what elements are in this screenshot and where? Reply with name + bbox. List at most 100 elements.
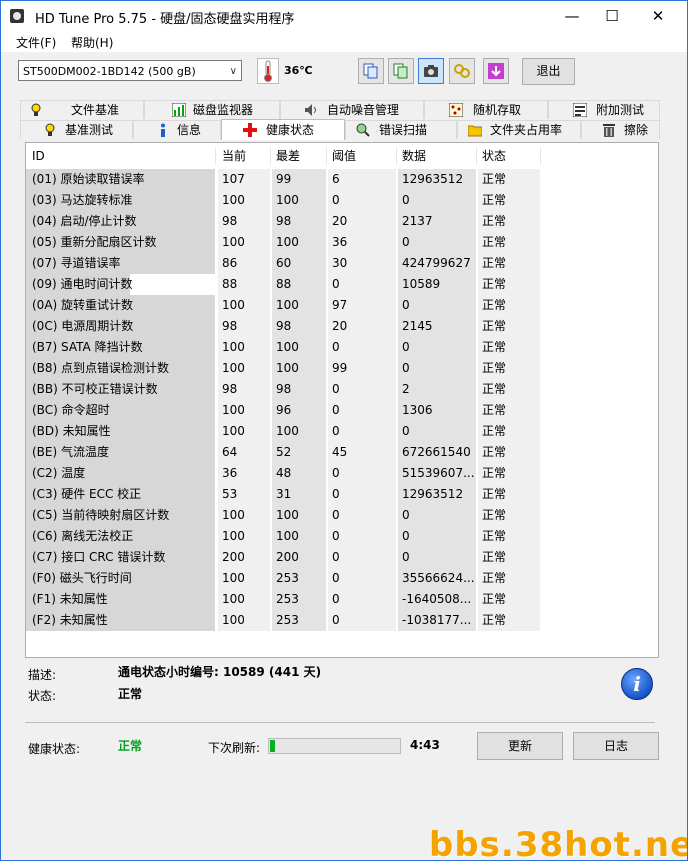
red-cross-icon — [243, 123, 257, 137]
worst-value: 253 — [272, 610, 326, 631]
threshold-value: 0 — [328, 421, 396, 442]
attribute-name: (F0) 磁头飞行时间 — [26, 568, 215, 589]
table-row[interactable]: (04) 启动/停止计数 98 98 20 2137 正常 — [26, 211, 658, 232]
refresh-button[interactable]: 更新 — [477, 732, 563, 760]
attribute-name: (C5) 当前待映射扇区计数 — [26, 505, 215, 526]
column-header-data[interactable]: 数据 — [402, 143, 426, 169]
exit-button[interactable]: 退出 — [522, 58, 575, 85]
tab-disk-monitor[interactable]: 磁盘监视器 — [144, 100, 280, 119]
camera-icon — [424, 65, 438, 77]
table-row[interactable]: (05) 重新分配扇区计数 100 100 36 0 正常 — [26, 232, 658, 253]
table-row[interactable]: (BC) 命令超时 100 96 0 1306 正常 — [26, 400, 658, 421]
checklist-icon — [573, 103, 587, 117]
worst-value: 98 — [272, 211, 326, 232]
copy-screenshot-button[interactable] — [388, 58, 414, 84]
attribute-status: 正常 — [478, 295, 540, 316]
copy-info-button[interactable] — [358, 58, 384, 84]
tab-error-scan[interactable]: 错误扫描 — [345, 120, 457, 139]
table-row[interactable]: (0C) 电源周期计数 98 98 20 2145 正常 — [26, 316, 658, 337]
maximize-button[interactable]: ☐ — [589, 1, 635, 31]
log-button[interactable]: 日志 — [573, 732, 659, 760]
copy-green-icon — [393, 63, 408, 79]
current-value: 100 — [218, 421, 270, 442]
worst-value: 100 — [272, 526, 326, 547]
tab-acoustic-management[interactable]: 自动噪音管理 — [280, 100, 424, 119]
header-divider — [215, 147, 216, 165]
table-row[interactable]: (07) 寻道错误率 86 60 30 424799627 正常 — [26, 253, 658, 274]
attribute-status: 正常 — [478, 190, 540, 211]
table-row[interactable]: (09) 通电时间计数 88 88 0 10589 正常 — [26, 274, 658, 295]
attribute-status: 正常 — [478, 568, 540, 589]
current-value: 100 — [218, 400, 270, 421]
info-icon[interactable]: i — [621, 668, 653, 700]
column-header-worst[interactable]: 最差 — [276, 143, 300, 169]
drive-select[interactable]: ST500DM002-1BD142 (500 gB) ∨ — [18, 60, 242, 81]
table-row[interactable]: (C7) 接口 CRC 错误计数 200 200 0 0 正常 — [26, 547, 658, 568]
tab-random-access[interactable]: 随机存取 — [424, 100, 548, 119]
worst-value: 48 — [272, 463, 326, 484]
raw-data: 12963512 — [398, 169, 476, 190]
tab-erase[interactable]: 擦除 — [581, 120, 660, 139]
watermark: bbs.38hot.net — [429, 825, 688, 861]
column-header-current[interactable]: 当前 — [222, 143, 246, 169]
attribute-status: 正常 — [478, 253, 540, 274]
raw-data: 35566624... — [398, 568, 476, 589]
attribute-name: (03) 马达旋转标准 — [26, 190, 215, 211]
current-value: 100 — [218, 610, 270, 631]
worst-value: 99 — [272, 169, 326, 190]
app-disk-icon — [10, 9, 24, 23]
table-row[interactable]: (C6) 离线无法校正 100 100 0 0 正常 — [26, 526, 658, 547]
current-value: 86 — [218, 253, 270, 274]
attribute-status: 正常 — [478, 589, 540, 610]
speaker-icon — [305, 104, 316, 116]
attribute-status: 正常 — [478, 610, 540, 631]
table-row[interactable]: (BD) 未知属性 100 100 0 0 正常 — [26, 421, 658, 442]
tab-extra-tests[interactable]: 附加测试 — [548, 100, 660, 119]
table-row[interactable]: (F1) 未知属性 100 253 0 -1640508... 正常 — [26, 589, 658, 610]
copy-icon — [363, 63, 378, 79]
table-row[interactable]: (0A) 旋转重试计数 100 100 97 0 正常 — [26, 295, 658, 316]
camera-button[interactable] — [418, 58, 444, 84]
options-button[interactable] — [449, 58, 475, 84]
tab-folder-usage[interactable]: 文件夹占用率 — [457, 120, 581, 139]
table-row[interactable]: (03) 马达旋转标准 100 100 0 0 正常 — [26, 190, 658, 211]
table-row[interactable]: (B7) SATA 降挡计数 100 100 0 0 正常 — [26, 337, 658, 358]
tab-health[interactable]: 健康状态 — [221, 119, 345, 140]
table-row[interactable]: (01) 原始读取错误率 107 99 6 12963512 正常 — [26, 169, 658, 190]
save-button[interactable] — [483, 58, 509, 84]
next-refresh-label: 下次刷新: — [208, 741, 261, 755]
header-divider — [326, 147, 327, 165]
column-header-threshold[interactable]: 阈值 — [332, 143, 356, 169]
table-row[interactable]: (BB) 不可校正错误计数 98 98 0 2 正常 — [26, 379, 658, 400]
threshold-value: 0 — [328, 463, 396, 484]
column-header-id[interactable]: ID — [32, 143, 45, 169]
table-row[interactable]: (B8) 点到点错误检测计数 100 100 99 0 正常 — [26, 358, 658, 379]
raw-data: 0 — [398, 421, 476, 442]
raw-data: 1306 — [398, 400, 476, 421]
bar-chart-icon — [172, 103, 186, 117]
threshold-value: 20 — [328, 316, 396, 337]
table-row[interactable]: (C2) 温度 36 48 0 51539607... 正常 — [26, 463, 658, 484]
table-row[interactable]: (BE) 气流温度 64 52 45 672661540 正常 — [26, 442, 658, 463]
column-header-status[interactable]: 状态 — [482, 143, 506, 169]
attribute-name: (07) 寻道错误率 — [26, 253, 215, 274]
table-row[interactable]: (F0) 磁头飞行时间 100 253 0 35566624... 正常 — [26, 568, 658, 589]
attribute-name: (C6) 离线无法校正 — [26, 526, 215, 547]
tab-file-benchmark[interactable]: 文件基准 — [20, 100, 144, 119]
menu-help[interactable]: 帮助(H) — [71, 34, 113, 51]
menu-file[interactable]: 文件(F) — [16, 34, 56, 51]
divider — [25, 722, 655, 723]
threshold-value: 0 — [328, 337, 396, 358]
table-row[interactable]: (F2) 未知属性 100 253 0 -1038177... 正常 — [26, 610, 658, 631]
thermometer-icon — [257, 58, 279, 84]
table-row[interactable]: (C3) 硬件 ECC 校正 53 31 0 12963512 正常 — [26, 484, 658, 505]
tab-benchmark[interactable]: 基准测试 — [20, 120, 133, 139]
tab-info[interactable]: 信息 — [133, 120, 221, 139]
header-divider — [396, 147, 397, 165]
attribute-name: (BD) 未知属性 — [26, 421, 215, 442]
current-value: 100 — [218, 295, 270, 316]
file-bulb-icon — [31, 103, 41, 116]
table-row[interactable]: (C5) 当前待映射扇区计数 100 100 0 0 正常 — [26, 505, 658, 526]
close-button[interactable]: ✕ — [635, 1, 681, 31]
attribute-name: (B7) SATA 降挡计数 — [26, 337, 215, 358]
